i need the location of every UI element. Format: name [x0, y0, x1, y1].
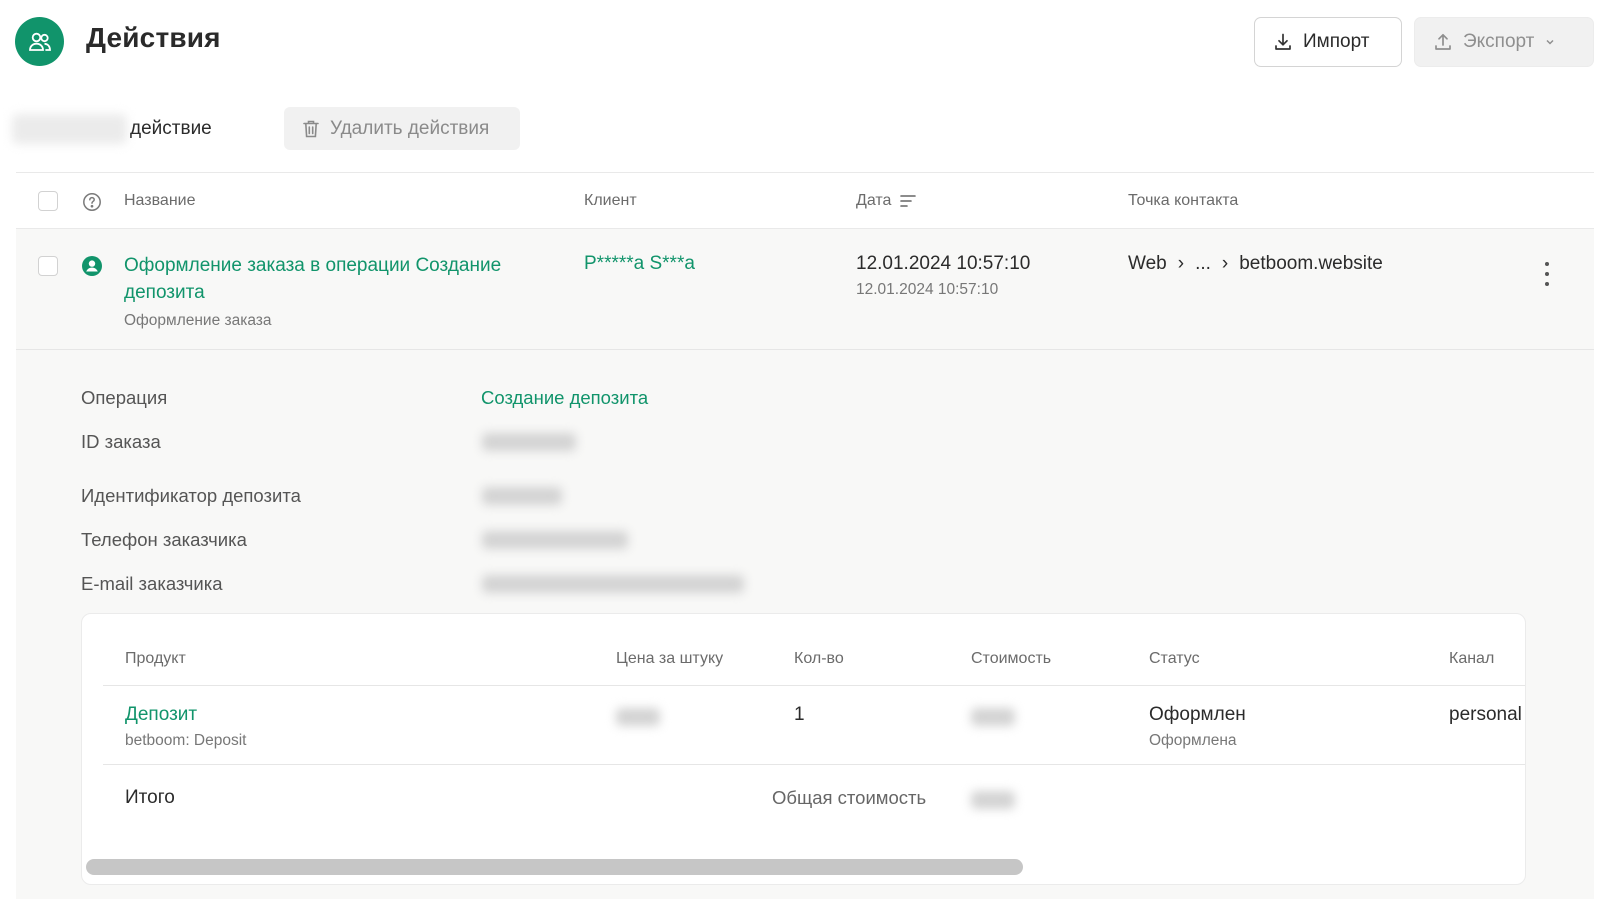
email-value	[482, 575, 744, 593]
column-header-date[interactable]: Дата	[856, 192, 917, 210]
phone-value	[482, 531, 628, 549]
action-date: 12.01.2024 10:57:10	[856, 253, 1031, 274]
column-header-product: Продукт	[125, 650, 186, 667]
order-id-label: ID заказа	[81, 431, 161, 452]
row-checkbox[interactable]	[38, 256, 58, 276]
contact-point-middle: ...	[1195, 253, 1211, 274]
contact-point-breadcrumb: Web › ... › betboom.website	[1128, 253, 1383, 275]
column-header-qty: Кол-во	[794, 650, 844, 667]
operation-label: Операция	[81, 387, 168, 408]
delete-actions-label: Удалить действия	[330, 117, 490, 139]
column-header-unit-price: Цена за штуку	[616, 650, 724, 667]
column-header-contact-point[interactable]: Точка контакта	[1128, 192, 1238, 210]
product-subtitle: betboom: Deposit	[125, 732, 247, 749]
order-id-value	[482, 433, 576, 451]
upload-icon	[1435, 33, 1451, 50]
action-label: действие	[130, 118, 212, 139]
users-icon	[28, 32, 51, 51]
operation-link[interactable]: Создание депозита	[481, 387, 648, 409]
export-button[interactable]: Экспорт	[1414, 17, 1594, 67]
status-value: Оформлен	[1149, 704, 1246, 725]
delete-actions-button[interactable]: Удалить действия	[284, 107, 520, 150]
column-header-status: Статус	[1149, 650, 1200, 667]
deposit-id-value	[482, 487, 562, 505]
app-logo	[15, 17, 64, 66]
column-header-date-label: Дата	[856, 192, 892, 209]
divider	[103, 764, 1525, 765]
action-count-badge	[12, 114, 127, 144]
import-button-label: Импорт	[1303, 31, 1370, 52]
client-link[interactable]: P*****a S***a	[584, 253, 695, 275]
column-header-name[interactable]: Название	[124, 192, 196, 210]
horizontal-scrollbar[interactable]	[86, 859, 1023, 875]
action-title-link[interactable]: Оформление заказа в операции Создание де…	[124, 252, 544, 306]
import-button[interactable]: Импорт	[1254, 17, 1402, 67]
chevron-down-icon	[1546, 39, 1554, 45]
deposit-id-label: Идентификатор депозита	[81, 485, 301, 506]
total-cost-label: Общая стоимость	[772, 787, 927, 808]
contact-point-first: Web	[1128, 253, 1167, 274]
breadcrumb-separator: ›	[1177, 253, 1185, 274]
help-icon[interactable]	[82, 192, 102, 212]
action-subtitle: Оформление заказа	[124, 312, 272, 329]
total-label: Итого	[125, 787, 175, 808]
channel-value: personal	[1449, 704, 1522, 725]
product-link[interactable]: Депозит	[125, 704, 197, 726]
select-all-checkbox[interactable]	[38, 191, 58, 211]
sort-icon[interactable]	[899, 194, 917, 208]
cost-value	[971, 708, 1015, 726]
divider	[103, 685, 1525, 686]
trash-icon	[303, 120, 319, 137]
breadcrumb-separator: ›	[1221, 253, 1229, 274]
unit-price-value	[616, 708, 660, 726]
products-card: Продукт Цена за штуку Кол-во Стоимость С…	[81, 613, 1526, 885]
export-button-label: Экспорт	[1463, 31, 1535, 52]
total-cost-value	[971, 791, 1015, 809]
action-date-secondary: 12.01.2024 10:57:10	[856, 281, 999, 298]
user-status-icon	[82, 256, 102, 276]
column-header-channel: Канал	[1449, 650, 1495, 667]
email-label: E-mail заказчика	[81, 573, 223, 594]
phone-label: Телефон заказчика	[81, 529, 247, 550]
column-header-client[interactable]: Клиент	[584, 192, 637, 210]
contact-point-last: betboom.website	[1239, 253, 1383, 274]
column-header-cost: Стоимость	[971, 650, 1052, 667]
qty-value: 1	[794, 704, 805, 725]
status-subtitle: Оформлена	[1149, 732, 1237, 749]
page-title: Действия	[86, 22, 221, 53]
divider	[16, 349, 1594, 350]
download-icon	[1275, 33, 1291, 50]
divider	[16, 172, 1594, 173]
more-options-icon[interactable]	[1544, 262, 1550, 286]
